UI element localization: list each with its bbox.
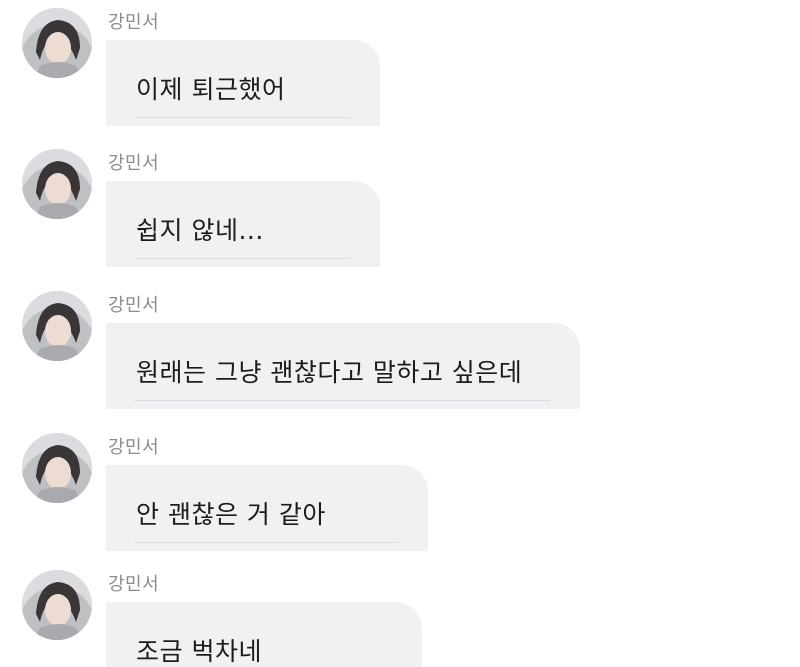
sender-name: 강민서 <box>108 12 160 33</box>
profile-photo-icon <box>22 291 92 361</box>
message-bubble[interactable]: 이제 퇴근했어 <box>106 40 380 126</box>
message-text: 쉽지 않네... <box>136 216 264 245</box>
sender-name: 강민서 <box>108 437 160 458</box>
bubble-divider <box>134 400 550 401</box>
message-bubble[interactable]: 쉽지 않네... <box>106 181 380 267</box>
message-text: 조금 벅차네 <box>136 637 262 666</box>
chat-thread: 강민서 이제 퇴근했어 강민서 쉽지 않네... 강민서 원래는 그냥 괜찮다고… <box>0 0 800 667</box>
message-bubble[interactable]: 조금 벅차네 <box>106 602 422 667</box>
message-text: 이제 퇴근했어 <box>136 75 286 104</box>
message-text: 원래는 그냥 괜찮다고 말하고 싶은데 <box>136 358 523 387</box>
avatar[interactable] <box>22 149 92 219</box>
bubble-divider <box>134 258 350 259</box>
avatar[interactable] <box>22 433 92 503</box>
message-bubble[interactable]: 안 괜찮은 거 같아 <box>106 465 428 551</box>
message-text: 안 괜찮은 거 같아 <box>136 500 326 529</box>
avatar[interactable] <box>22 291 92 361</box>
profile-photo-icon <box>22 8 92 78</box>
bubble-divider <box>134 117 350 118</box>
bubble-divider <box>134 542 398 543</box>
avatar[interactable] <box>22 570 92 640</box>
sender-name: 강민서 <box>108 574 160 595</box>
sender-name: 강민서 <box>108 295 160 316</box>
avatar[interactable] <box>22 8 92 78</box>
profile-photo-icon <box>22 433 92 503</box>
message-bubble[interactable]: 원래는 그냥 괜찮다고 말하고 싶은데 <box>106 323 580 409</box>
profile-photo-icon <box>22 149 92 219</box>
profile-photo-icon <box>22 570 92 640</box>
sender-name: 강민서 <box>108 153 160 174</box>
